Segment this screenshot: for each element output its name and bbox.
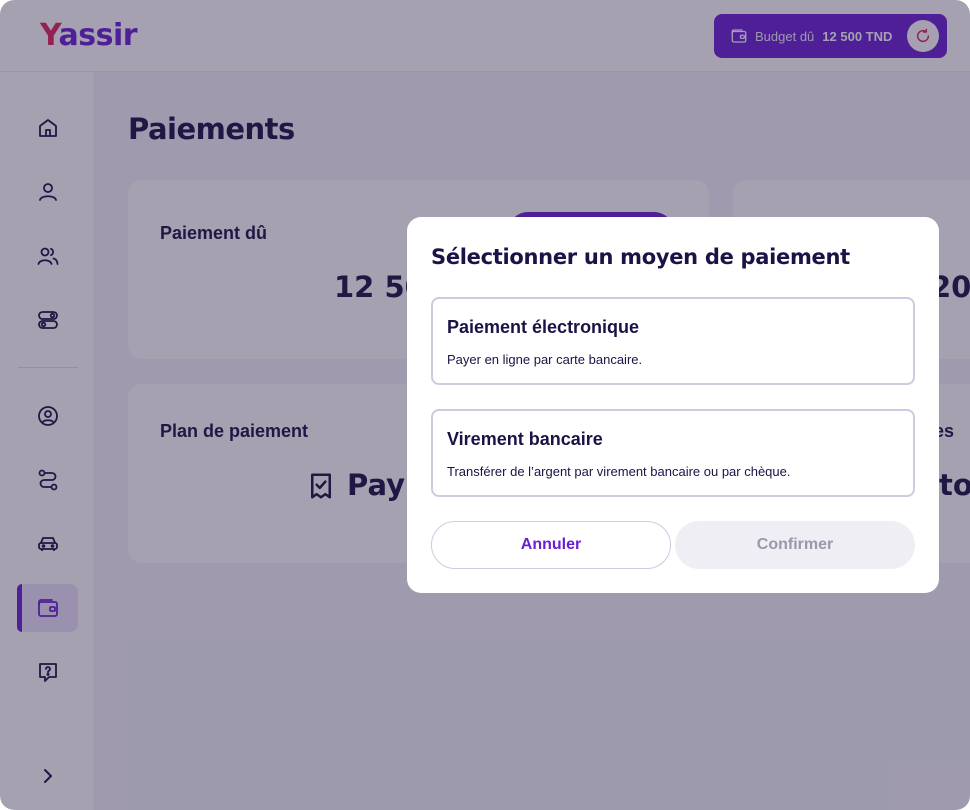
confirm-button[interactable]: Confirmer [675, 521, 915, 569]
option-description: Transférer de l’argent par virement banc… [447, 464, 791, 479]
payment-method-modal: Sélectionner un moyen de paiement Paieme… [407, 217, 939, 593]
option-title: Paiement électronique [447, 317, 640, 337]
option-bank-transfer[interactable]: Virement bancaire Transférer de l’argent… [431, 409, 915, 497]
option-title: Virement bancaire [447, 429, 603, 449]
app-window: Yassir Budget dû 12 500 TND Paiements Pa… [0, 0, 970, 810]
cancel-button[interactable]: Annuler [431, 521, 671, 569]
option-electronic-payment[interactable]: Paiement électronique Payer en ligne par… [431, 297, 915, 385]
option-description: Payer en ligne par carte bancaire. [447, 352, 643, 367]
modal-title: Sélectionner un moyen de paiement [431, 245, 850, 269]
